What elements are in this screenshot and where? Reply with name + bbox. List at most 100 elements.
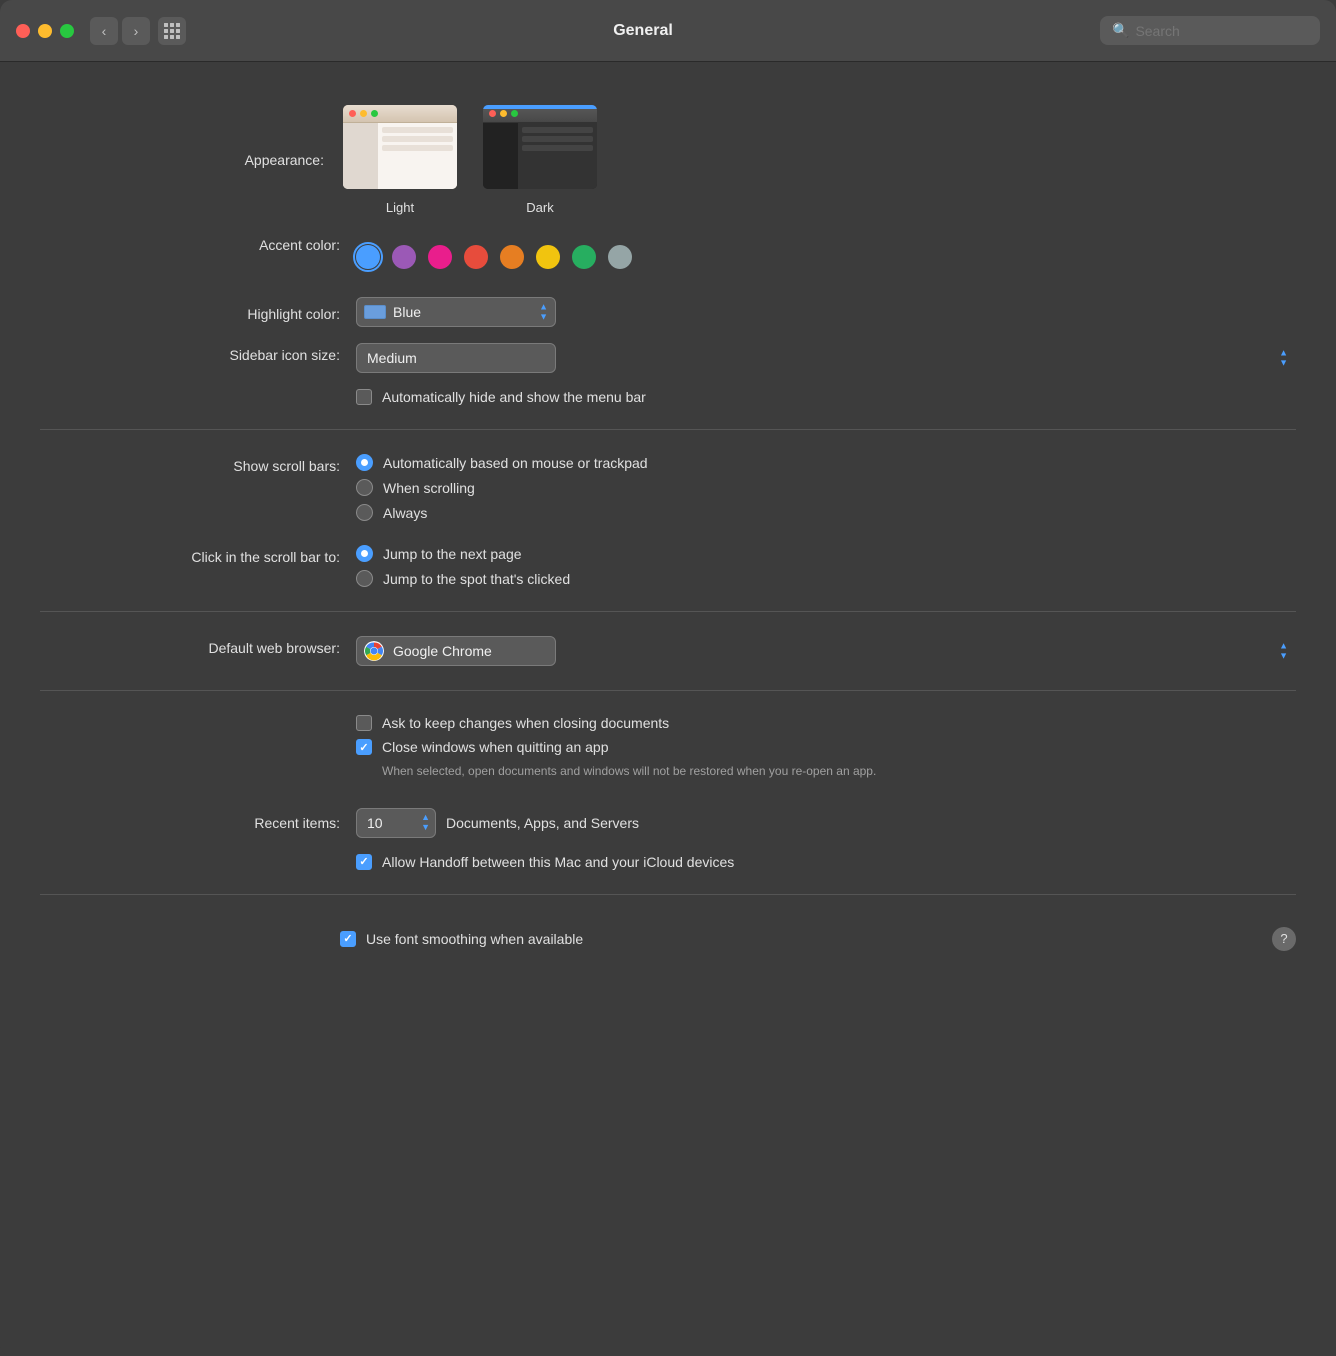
recent-items-stepper-wrapper: ▲ ▼ bbox=[356, 808, 436, 838]
scroll-auto-radio-row[interactable]: Automatically based on mouse or trackpad bbox=[356, 454, 1296, 471]
accent-color-green[interactable] bbox=[572, 245, 596, 269]
accent-color-blue[interactable] bbox=[356, 245, 380, 269]
divider-1 bbox=[40, 429, 1296, 430]
search-icon: 🔍 bbox=[1112, 22, 1129, 39]
dark-preview-content bbox=[483, 105, 597, 189]
auto-hide-menu-bar-checkbox[interactable] bbox=[356, 389, 372, 405]
appearance-section: Appearance: bbox=[0, 92, 1336, 225]
appearance-option-light[interactable]: Light bbox=[340, 102, 460, 215]
maximize-button[interactable] bbox=[60, 24, 74, 38]
highlight-color-row: Highlight color: Blue ▲ ▼ bbox=[0, 289, 1336, 335]
titlebar: ‹ › General 🔍 bbox=[0, 0, 1336, 62]
auto-hide-menu-bar-checkbox-row[interactable]: Automatically hide and show the menu bar bbox=[356, 389, 646, 405]
recent-items-control: ▲ ▼ Documents, Apps, and Servers bbox=[356, 808, 639, 838]
close-windows-checkbox[interactable] bbox=[356, 739, 372, 755]
click-scroll-bar-label: Click in the scroll bar to: bbox=[40, 545, 340, 565]
accent-color-gray[interactable] bbox=[608, 245, 632, 269]
window-title: General bbox=[186, 22, 1100, 40]
default-browser-row: Default web browser: Google Chrome Safar… bbox=[0, 628, 1336, 674]
show-scroll-bars-control: Automatically based on mouse or trackpad… bbox=[356, 454, 1296, 521]
minimize-button[interactable] bbox=[38, 24, 52, 38]
close-windows-description: When selected, open documents and window… bbox=[356, 763, 1296, 780]
click-scroll-bar-row: Click in the scroll bar to: Jump to the … bbox=[0, 537, 1336, 595]
font-smoothing-checkbox[interactable] bbox=[340, 931, 356, 947]
handoff-checkbox-row[interactable]: Allow Handoff between this Mac and your … bbox=[356, 854, 734, 870]
font-smoothing-checkbox-row[interactable]: Use font smoothing when available bbox=[340, 931, 1272, 947]
ask-keep-changes-checkbox-row[interactable]: Ask to keep changes when closing documen… bbox=[356, 715, 1296, 731]
dark-preview-main bbox=[518, 123, 597, 189]
scroll-auto-radio[interactable] bbox=[356, 454, 373, 471]
scroll-scrolling-radio-row[interactable]: When scrolling bbox=[356, 479, 1296, 496]
preview-dot-yellow bbox=[500, 110, 507, 117]
handoff-label bbox=[40, 854, 340, 858]
jump-next-page-radio-row[interactable]: Jump to the next page bbox=[356, 545, 1296, 562]
accent-color-row: Accent color: bbox=[0, 225, 1336, 289]
scroll-scrolling-label: When scrolling bbox=[383, 480, 475, 496]
select-arrows-icon: ▲ ▼ bbox=[1279, 349, 1288, 368]
grid-button[interactable] bbox=[158, 17, 186, 45]
close-button[interactable] bbox=[16, 24, 30, 38]
light-preview-body bbox=[343, 123, 457, 189]
sidebar-icon-size-control: Medium Small Large ▲ ▼ bbox=[356, 343, 1296, 373]
search-box[interactable]: 🔍 bbox=[1100, 16, 1320, 45]
scroll-always-label: Always bbox=[383, 505, 427, 521]
accent-color-purple[interactable] bbox=[392, 245, 416, 269]
accent-colors bbox=[356, 233, 632, 281]
accent-color-yellow[interactable] bbox=[536, 245, 560, 269]
show-scroll-bars-label: Show scroll bars: bbox=[40, 454, 340, 474]
back-icon: ‹ bbox=[102, 23, 107, 39]
nav-buttons: ‹ › bbox=[90, 17, 150, 45]
recent-items-input[interactable] bbox=[356, 808, 436, 838]
search-input[interactable] bbox=[1135, 23, 1308, 39]
light-preview-main bbox=[378, 123, 457, 189]
light-preview bbox=[340, 102, 460, 192]
preview-row bbox=[522, 136, 593, 142]
documents-control: Ask to keep changes when closing documen… bbox=[356, 715, 1296, 780]
sidebar-icon-size-select-wrapper: Medium Small Large ▲ ▼ bbox=[356, 343, 1296, 373]
scroll-always-radio[interactable] bbox=[356, 504, 373, 521]
accent-color-pink[interactable] bbox=[428, 245, 452, 269]
help-button[interactable]: ? bbox=[1272, 927, 1296, 951]
chevron-up-icon: ▲ bbox=[1279, 642, 1288, 651]
preview-dot-red bbox=[489, 110, 496, 117]
help-icon: ? bbox=[1280, 931, 1287, 946]
preview-dot-yellow bbox=[360, 110, 367, 117]
accent-color-orange[interactable] bbox=[500, 245, 524, 269]
dark-preview-body bbox=[483, 123, 597, 189]
preview-dot-green bbox=[371, 110, 378, 117]
font-smoothing-label: Use font smoothing when available bbox=[366, 931, 583, 947]
click-scroll-bar-control: Jump to the next page Jump to the spot t… bbox=[356, 545, 1296, 587]
content-area: Appearance: bbox=[0, 62, 1336, 1356]
preview-row bbox=[522, 145, 593, 151]
default-browser-select[interactable]: Google Chrome Safari Firefox bbox=[356, 636, 556, 666]
preview-row bbox=[382, 127, 453, 133]
window: ‹ › General 🔍 Appearance: bbox=[0, 0, 1336, 1356]
recent-items-suffix: Documents, Apps, and Servers bbox=[446, 815, 639, 831]
jump-next-page-radio[interactable] bbox=[356, 545, 373, 562]
jump-spot-radio[interactable] bbox=[356, 570, 373, 587]
highlight-color-select[interactable]: Blue bbox=[356, 297, 556, 327]
chevron-down-icon: ▼ bbox=[1279, 359, 1288, 368]
dark-preview-accent bbox=[483, 105, 597, 109]
forward-button[interactable]: › bbox=[122, 17, 150, 45]
handoff-checkbox[interactable] bbox=[356, 854, 372, 870]
jump-next-page-label: Jump to the next page bbox=[383, 546, 522, 562]
show-scroll-bars-row: Show scroll bars: Automatically based on… bbox=[0, 446, 1336, 529]
scroll-always-radio-row[interactable]: Always bbox=[356, 504, 1296, 521]
light-preview-bar bbox=[343, 105, 457, 123]
ask-keep-changes-checkbox[interactable] bbox=[356, 715, 372, 731]
appearance-option-dark[interactable]: Dark bbox=[480, 102, 600, 215]
close-windows-checkbox-row[interactable]: Close windows when quitting an app bbox=[356, 739, 1296, 755]
browser-select-wrapper: Google Chrome Safari Firefox bbox=[356, 636, 1296, 666]
back-button[interactable]: ‹ bbox=[90, 17, 118, 45]
sidebar-icon-size-select[interactable]: Medium Small Large bbox=[356, 343, 556, 373]
chevron-down-icon: ▼ bbox=[1279, 652, 1288, 661]
dark-preview-sidebar bbox=[483, 123, 518, 189]
menu-bar-label bbox=[40, 389, 340, 393]
auto-hide-menu-bar-label: Automatically hide and show the menu bar bbox=[382, 389, 646, 405]
accent-color-red[interactable] bbox=[464, 245, 488, 269]
scroll-scrolling-radio[interactable] bbox=[356, 479, 373, 496]
divider-4 bbox=[40, 894, 1296, 895]
chevron-up-icon: ▲ bbox=[1279, 349, 1288, 358]
jump-spot-radio-row[interactable]: Jump to the spot that's clicked bbox=[356, 570, 1296, 587]
